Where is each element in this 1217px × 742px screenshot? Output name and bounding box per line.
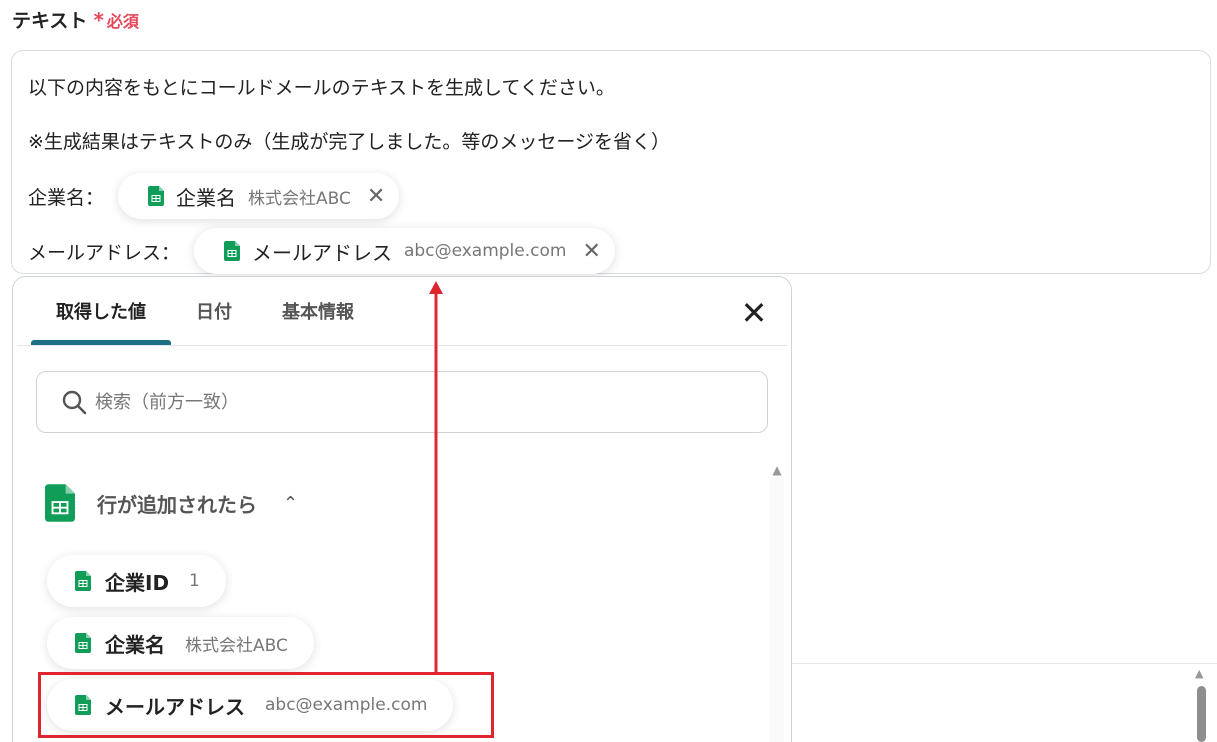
- page: テキスト * 必須 以下の内容をもとにコールドメールのテキストを生成してください…: [0, 0, 1217, 742]
- annotation-highlight-box: [38, 672, 494, 738]
- annotation-arrow: [429, 281, 443, 672]
